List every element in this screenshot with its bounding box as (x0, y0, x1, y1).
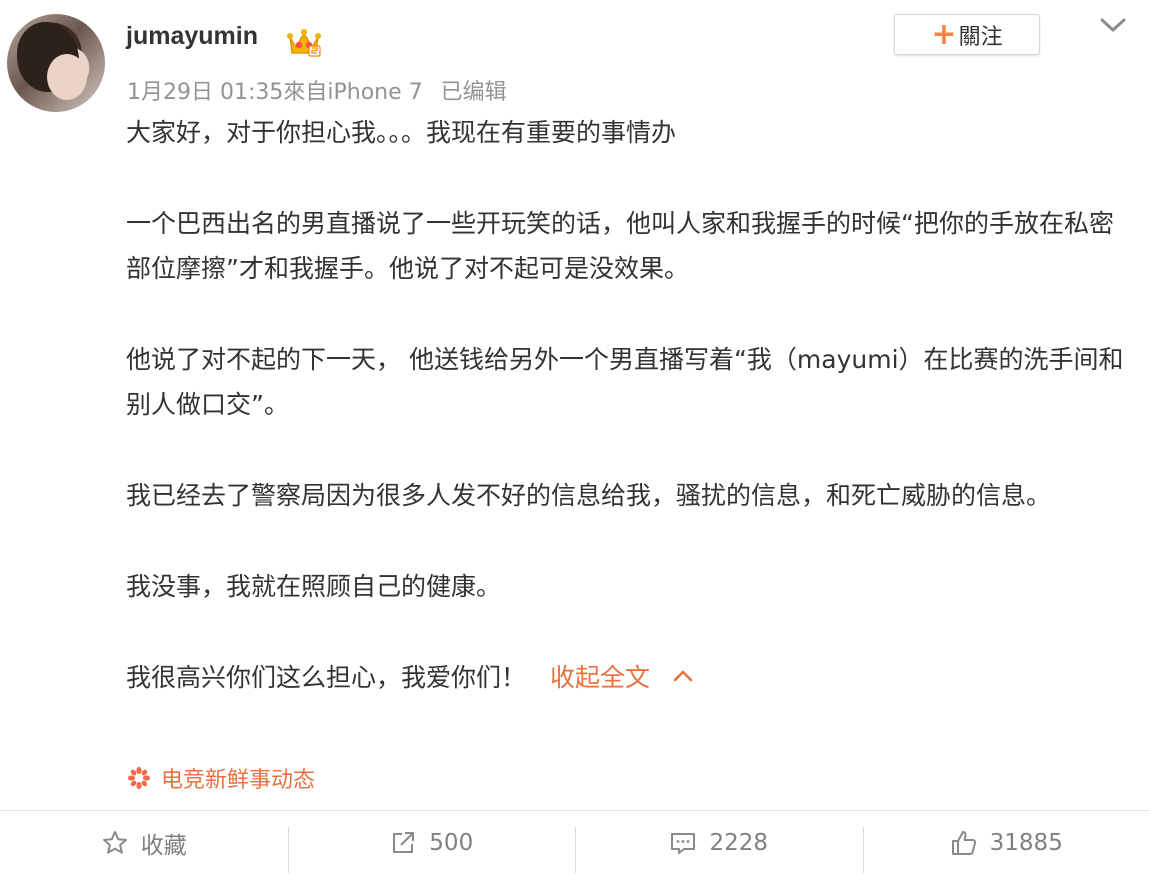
username[interactable]: jumayumin (126, 22, 258, 51)
paragraph: 我已经去了警察局因为很多人发不好的信息给我，骚扰的信息，和死亡威胁的信息。 (126, 481, 1052, 510)
star-icon (102, 830, 127, 854)
last-paragraph: 我很高兴你们这么担心，我爱你们！ 收起全文 (126, 655, 1126, 700)
paragraph: 一个巴西出名的男直播说了一些开玩笑的话，他叫人家和我握手的时候“把你的手放在私密… (126, 209, 1114, 283)
repost-count: 500 (429, 829, 474, 856)
post-meta: 1月29日 01:35來自iPhone 7 已编辑 (127, 74, 507, 106)
collapse-full-text-link[interactable]: 收起全文 (550, 663, 650, 692)
comment-count: 2228 (709, 829, 769, 856)
comment-icon (671, 832, 696, 854)
edited-label[interactable]: 已编辑 (441, 80, 507, 105)
avatar[interactable] (7, 14, 105, 112)
follow-button[interactable]: + 關注 (894, 14, 1040, 55)
follow-label: 關注 (958, 24, 1003, 50)
topic-flower-icon (127, 766, 151, 790)
vip-crown-icon[interactable] (287, 27, 321, 57)
topic-link[interactable]: 电竞新鲜事动态 (127, 762, 315, 794)
paragraph: 他说了对不起的下一天， 他送钱给另外一个男直播写着“我（mayumi）在比赛的洗… (126, 345, 1124, 419)
paragraph: 我没事，我就在照顾自己的健康。 (126, 572, 502, 601)
chevron-up-icon[interactable] (672, 669, 694, 683)
topic-label: 电竞新鲜事动态 (161, 768, 316, 793)
chevron-down-icon[interactable] (1097, 14, 1129, 36)
like-button[interactable]: 31885 (862, 811, 1150, 874)
favorite-button[interactable]: 收藏 (0, 811, 288, 874)
timestamp[interactable]: 1月29日 01:35來自iPhone 7 (127, 80, 423, 105)
post-content: 大家好，对于你担心我。。。我现在有重要的事情办 一个巴西出名的男直播说了一些开玩… (126, 110, 1126, 746)
action-bar: 收藏 500 2228 31885 (0, 811, 1150, 874)
thumbs-up-icon (951, 830, 976, 855)
share-icon (393, 831, 415, 853)
avatar-face (47, 54, 87, 100)
favorite-label: 收藏 (140, 832, 187, 859)
repost-button[interactable]: 500 (287, 811, 576, 874)
paragraph: 大家好，对于你担心我。。。我现在有重要的事情办 (126, 118, 677, 147)
like-count: 31885 (989, 829, 1063, 856)
paragraph-text: 我很高兴你们这么担心，我爱你们！ (126, 663, 527, 692)
comment-button[interactable]: 2228 (575, 811, 863, 874)
plus-icon: + (931, 16, 957, 52)
